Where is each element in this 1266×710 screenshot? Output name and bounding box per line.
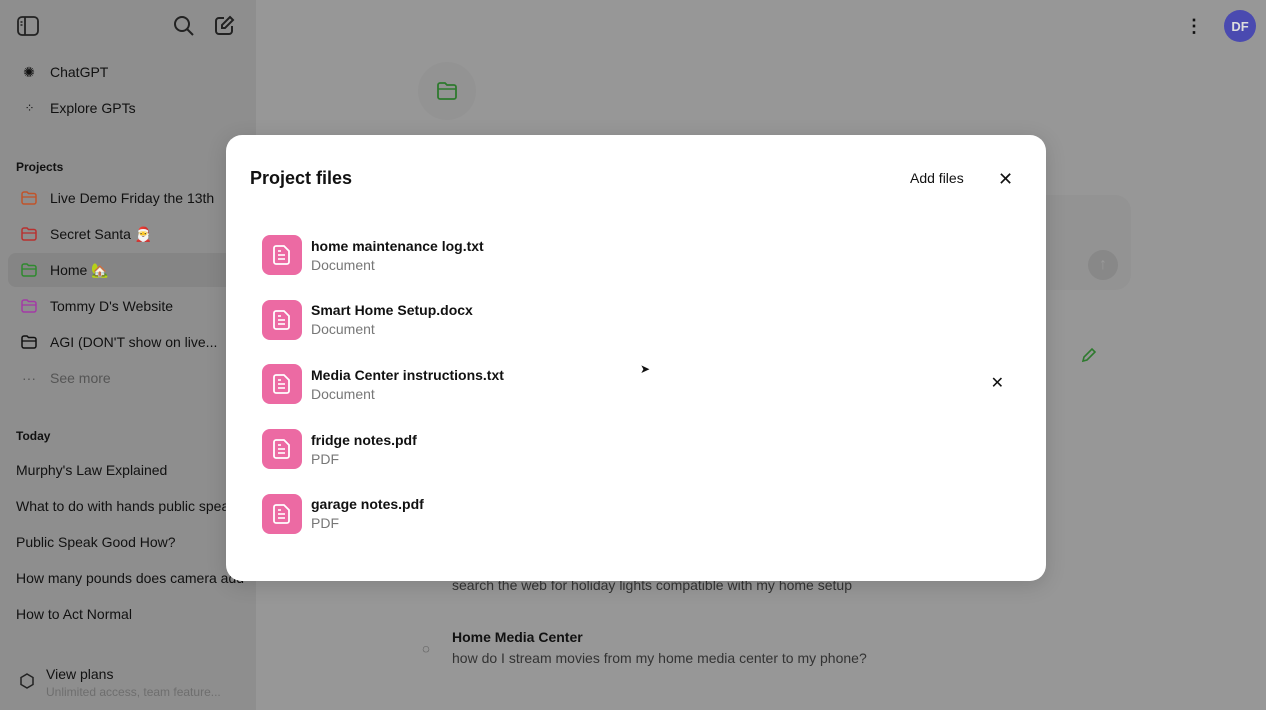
- chat-subtitle[interactable]: how do I stream movies from my home medi…: [452, 650, 867, 666]
- file-row[interactable]: fridge notes.pdf PDF: [250, 421, 1022, 477]
- ellipsis-icon: ···: [22, 370, 36, 386]
- file-name: Smart Home Setup.docx: [311, 302, 473, 319]
- project-files-modal: Project files Add files ✕ home maintenan…: [226, 135, 1046, 581]
- today-heading: Today: [16, 429, 51, 443]
- document-icon: [262, 493, 302, 534]
- edit-pencil-icon[interactable]: [1078, 344, 1100, 366]
- chat-title[interactable]: Home Media Center: [452, 629, 583, 645]
- view-plans-button[interactable]: View plans: [46, 666, 113, 682]
- plans-icon: [18, 672, 36, 690]
- mouse-cursor: ➤: [640, 362, 651, 376]
- history-item[interactable]: How many pounds does camera add: [16, 570, 256, 586]
- send-icon[interactable]: ↑: [1088, 250, 1118, 280]
- file-row[interactable]: garage notes.pdf PDF: [250, 486, 1022, 542]
- file-type: Document: [311, 321, 375, 338]
- sidebar-project-item[interactable]: AGI (DON'T show on live...: [8, 325, 248, 359]
- file-name: fridge notes.pdf: [311, 431, 417, 448]
- folder-icon: [20, 191, 38, 205]
- see-more-button[interactable]: ··· See more: [8, 361, 248, 395]
- file-name: garage notes.pdf: [311, 496, 424, 513]
- folder-icon: [20, 227, 38, 241]
- sidebar-project-item[interactable]: Tommy D's Website: [8, 289, 248, 323]
- document-icon: [262, 429, 302, 470]
- history-item[interactable]: Murphy's Law Explained: [16, 462, 256, 478]
- file-row[interactable]: home maintenance log.txt Document: [250, 227, 1022, 283]
- avatar[interactable]: DF: [1224, 10, 1256, 42]
- sidebar: ✺ ChatGPT ⁘ Explore GPTs Projects Live Dem…: [0, 0, 256, 710]
- project-folder-icon: [418, 62, 476, 120]
- projects-heading: Projects: [16, 160, 64, 174]
- sidebar-project-item[interactable]: Secret Santa 🎅: [8, 217, 248, 251]
- file-type: Document: [311, 385, 375, 402]
- plans-subtitle: Unlimited access, team feature...: [46, 685, 221, 699]
- search-icon[interactable]: [172, 14, 196, 38]
- add-files-button[interactable]: Add files: [910, 170, 964, 186]
- file-type: PDF: [311, 515, 339, 532]
- new-chat-icon[interactable]: [212, 14, 236, 38]
- file-name: Media Center instructions.txt: [311, 366, 504, 383]
- history-item[interactable]: Public Speak Good How?: [16, 534, 256, 550]
- sidebar-project-item[interactable]: Live Demo Friday the 13th: [8, 181, 248, 215]
- file-type: Document: [311, 256, 375, 273]
- history-item[interactable]: What to do with hands public speaking: [16, 498, 256, 514]
- file-row[interactable]: Smart Home Setup.docx Document: [250, 292, 1022, 348]
- chat-bubbles-icon: ◌: [422, 640, 430, 656]
- chatgpt-logo-icon: ✺: [23, 63, 35, 80]
- document-icon: [262, 235, 302, 275]
- remove-file-icon[interactable]: ✕: [991, 373, 1004, 393]
- document-icon: [262, 299, 302, 340]
- document-icon: [262, 364, 302, 405]
- modal-title: Project files: [250, 168, 353, 188]
- file-type: PDF: [311, 450, 339, 467]
- more-options-icon[interactable]: ⋮: [1184, 16, 1204, 36]
- sidebar-item-chatgpt[interactable]: ✺ ChatGPT: [8, 55, 248, 89]
- close-icon[interactable]: ✕: [998, 169, 1013, 190]
- folder-icon: [20, 263, 38, 277]
- toggle-sidebar-icon[interactable]: [16, 14, 40, 38]
- grid-icon: ⁘: [24, 101, 34, 115]
- file-row[interactable]: Media Center instructions.txt Document ✕: [250, 356, 1022, 412]
- sidebar-item-explore-gpts[interactable]: ⁘ Explore GPTs: [8, 91, 248, 125]
- folder-icon: [20, 335, 38, 349]
- history-item[interactable]: How to Act Normal: [16, 606, 256, 622]
- folder-icon: [20, 299, 38, 313]
- file-name: home maintenance log.txt: [311, 237, 484, 254]
- sidebar-project-item[interactable]: Home 🏡: [8, 253, 248, 287]
